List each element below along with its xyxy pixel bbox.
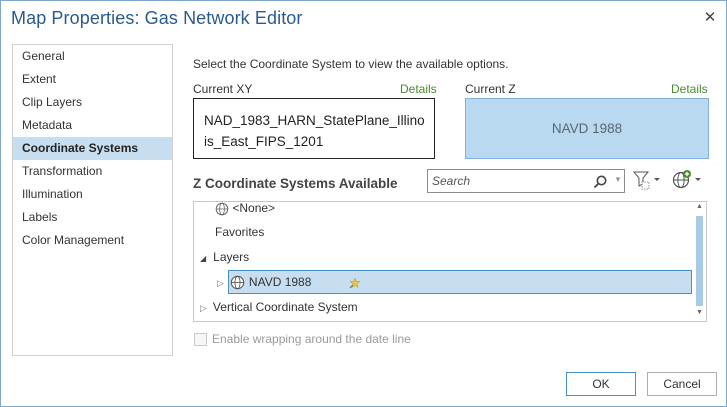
search-dropdown-icon[interactable]: ▼ xyxy=(614,175,622,184)
filter-icon xyxy=(632,171,660,190)
tree-item-vertical-cs-label: Vertical Coordinate System xyxy=(212,300,358,314)
tree-item-layers-label: Layers xyxy=(213,250,250,264)
tree-item-none-label: <None> xyxy=(232,201,276,215)
search-icon[interactable] xyxy=(592,174,608,190)
globe-icon xyxy=(215,202,229,216)
globe-add-icon xyxy=(672,170,701,189)
wrap-date-line-label: Enable wrapping around the date line xyxy=(212,332,411,346)
current-z-label: Current Z xyxy=(465,82,516,96)
filter-button[interactable] xyxy=(632,169,664,191)
current-xy-value-line1: NAD_1983_HARN_StatePlane_Illino xyxy=(204,113,425,128)
globe-icon xyxy=(230,276,245,290)
current-xy-value-line2: is_East_FIPS_1201 xyxy=(204,134,324,149)
instruction-text: Select the Coordinate System to view the… xyxy=(193,57,509,71)
dialog-title: Map Properties: Gas Network Editor xyxy=(11,8,303,28)
tree-item-vertical-cs[interactable]: ▷ Vertical Coordinate System xyxy=(200,296,358,318)
scrollbar-thumb[interactable] xyxy=(696,216,703,306)
current-z-box[interactable]: NAVD 1988 xyxy=(465,98,709,159)
search-input[interactable] xyxy=(432,173,582,189)
cancel-button[interactable]: Cancel xyxy=(647,372,717,396)
scroll-down-icon[interactable]: ▼ xyxy=(696,309,703,316)
add-coordinate-system-button[interactable] xyxy=(671,169,705,191)
sidebar-item-general[interactable]: General xyxy=(13,45,172,68)
sidebar: General Extent Clip Layers Metadata Coor… xyxy=(12,44,173,356)
sidebar-item-extent[interactable]: Extent xyxy=(13,68,172,91)
current-xy-details-link[interactable]: Details xyxy=(400,82,437,96)
sidebar-item-coordinate-systems[interactable]: Coordinate Systems xyxy=(13,137,172,160)
sidebar-item-labels[interactable]: Labels xyxy=(13,206,172,229)
current-xy-box[interactable]: NAD_1983_HARN_StatePlane_Illino is_East_… xyxy=(193,98,435,159)
current-z-details-link[interactable]: Details xyxy=(671,82,708,96)
tree-item-none[interactable]: <None> xyxy=(215,201,276,219)
tree-item-navd1988-label: NAVD 1988 xyxy=(248,275,312,289)
favorite-star-add-icon[interactable] xyxy=(349,277,361,289)
tree-item-navd1988[interactable]: ▷ NAVD 1988 xyxy=(217,271,361,293)
sidebar-item-color-management[interactable]: Color Management xyxy=(13,229,172,252)
tree-item-layers[interactable]: ◢ Layers xyxy=(200,246,249,268)
wrap-date-line-checkbox[interactable] xyxy=(194,333,207,346)
tree-item-favorites[interactable]: Favorites xyxy=(215,221,264,243)
sidebar-item-clip-layers[interactable]: Clip Layers xyxy=(13,91,172,114)
expanded-arrow-icon[interactable]: ◢ xyxy=(200,254,206,263)
map-properties-dialog: Map Properties: Gas Network Editor ✕ Gen… xyxy=(0,0,727,407)
close-icon[interactable]: ✕ xyxy=(701,9,719,27)
sidebar-item-transformation[interactable]: Transformation xyxy=(13,160,172,183)
ok-button[interactable]: OK xyxy=(566,372,636,396)
tree-scrollbar[interactable]: ▲ ▼ xyxy=(694,202,706,321)
collapsed-arrow-icon[interactable]: ▷ xyxy=(217,278,224,288)
current-xy-label: Current XY xyxy=(193,82,253,96)
scroll-up-icon[interactable]: ▲ xyxy=(696,203,703,210)
z-systems-title: Z Coordinate Systems Available xyxy=(193,176,398,191)
coordinate-system-tree[interactable]: <None> Favorites ◢ Layers ▷ NAVD 1988 ▷ Ve… xyxy=(193,201,707,322)
sidebar-item-illumination[interactable]: Illumination xyxy=(13,183,172,206)
collapsed-arrow-icon[interactable]: ▷ xyxy=(200,303,207,313)
sidebar-item-metadata[interactable]: Metadata xyxy=(13,114,172,137)
search-box[interactable]: ▼ xyxy=(427,169,625,193)
